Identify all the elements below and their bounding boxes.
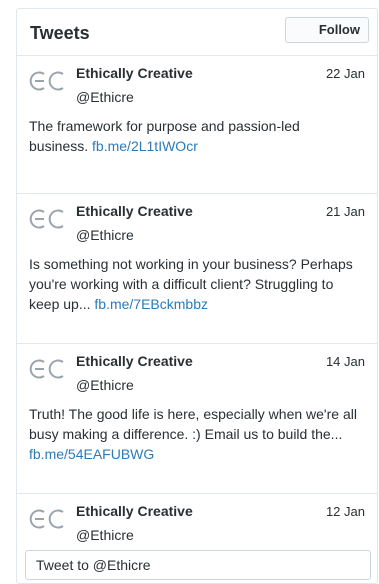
- ec-logo-icon[interactable]: [29, 356, 69, 382]
- tweet-date[interactable]: 12 Jan: [326, 504, 365, 519]
- tweet-to-button[interactable]: Tweet to @Ethicre: [25, 550, 371, 580]
- tweet-author-handle[interactable]: @Ethicre: [76, 377, 134, 393]
- tweet-author-name[interactable]: Ethically Creative: [76, 353, 193, 369]
- tweet-author-handle[interactable]: @Ethicre: [76, 89, 134, 105]
- tweet-date[interactable]: 14 Jan: [326, 354, 365, 369]
- follow-button[interactable]: Follow: [285, 17, 369, 43]
- tweet-text: Is something not working in your busines…: [29, 254, 361, 314]
- tweet-link[interactable]: fb.me/54EAFUBWG: [29, 446, 154, 462]
- tweet-author-name[interactable]: Ethically Creative: [76, 503, 193, 519]
- tweet-author-name[interactable]: Ethically Creative: [76, 203, 193, 219]
- ec-logo-icon[interactable]: [29, 206, 69, 232]
- tweet-text: The framework for purpose and passion-le…: [29, 116, 361, 156]
- timeline-header: Tweets Follow: [17, 9, 377, 56]
- tweet-item[interactable]: Ethically Creative @Ethicre 21 Jan Is so…: [17, 194, 377, 344]
- tweet-item[interactable]: Ethically Creative @Ethicre 14 Jan Truth…: [17, 344, 377, 494]
- ec-logo-icon[interactable]: [29, 506, 69, 532]
- tweet-body: Truth! The good life is here, especially…: [29, 406, 357, 442]
- tweet-item[interactable]: Ethically Creative @Ethicre 22 Jan The f…: [17, 56, 377, 194]
- ec-logo-icon[interactable]: [29, 68, 69, 94]
- tweet-author-name[interactable]: Ethically Creative: [76, 65, 193, 81]
- tweet-link[interactable]: fb.me/2L1tIWOcr: [92, 138, 198, 154]
- tweet-date[interactable]: 21 Jan: [326, 204, 365, 219]
- tweet-date[interactable]: 22 Jan: [326, 66, 365, 81]
- timeline-title: Tweets: [30, 23, 90, 43]
- tweet-author-handle[interactable]: @Ethicre: [76, 227, 134, 243]
- tweet-link[interactable]: fb.me/7EBckmbbz: [94, 296, 208, 312]
- tweet-text: Truth! The good life is here, especially…: [29, 404, 361, 464]
- tweet-author-handle[interactable]: @Ethicre: [76, 527, 134, 543]
- twitter-timeline-widget: Tweets Follow Ethically Creative @Ethicr…: [16, 8, 378, 584]
